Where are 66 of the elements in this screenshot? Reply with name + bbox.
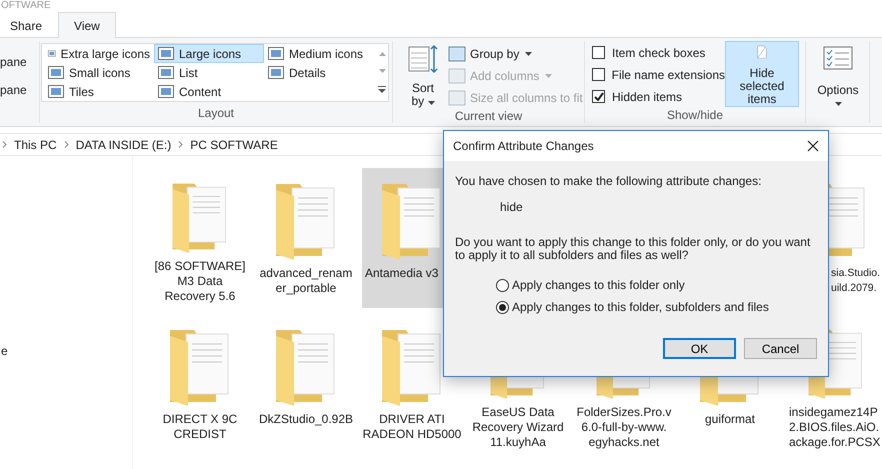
column-icon xyxy=(448,46,466,62)
layout-option[interactable]: Medium icons xyxy=(264,44,374,63)
options-button[interactable]: Options xyxy=(809,41,867,123)
group-label: Layout xyxy=(196,105,236,122)
view-layout-icon xyxy=(158,47,174,60)
breadcrumb-item[interactable]: This PC xyxy=(14,138,57,152)
sort-icon xyxy=(408,44,438,74)
layout-option[interactable]: Large icons xyxy=(154,44,264,63)
expand-icon[interactable] xyxy=(378,86,386,93)
view-layout-icon xyxy=(158,85,174,98)
group-label: Show/hide xyxy=(666,107,724,123)
folder-name[interactable]: insidegamez14P 2.BIOS.files.AiO. ackage.for.PCSX xyxy=(786,405,882,454)
dialog-title: Confirm Attribute Changes xyxy=(453,139,594,153)
layout-option[interactable]: Tiles xyxy=(44,82,154,101)
view-command[interactable]: Group by xyxy=(448,45,583,62)
checkbox-label[interactable]: Item check boxes xyxy=(612,46,706,60)
hide-selected-items-button[interactable]: Hide selected items xyxy=(725,41,799,107)
nav-item[interactable]: e xyxy=(1,344,8,358)
chevron-icon[interactable] xyxy=(178,141,184,148)
folder-name[interactable]: [86 SOFTWARE] M3 Data Recovery 5.6 xyxy=(154,259,246,308)
layout-option[interactable]: Details xyxy=(264,63,374,82)
view-layout-icon xyxy=(158,66,174,79)
options-list-icon xyxy=(823,46,853,70)
folder-name[interactable]: EaseUS Data Recovery Wizard 11.kuyhAa xyxy=(472,405,564,454)
view-layout-icon xyxy=(268,66,284,79)
window-title: OFTWARE xyxy=(0,0,52,13)
group-label: Current view xyxy=(454,108,524,124)
column-icon xyxy=(448,68,466,84)
chevron-icon[interactable] xyxy=(2,141,7,148)
checkbox[interactable] xyxy=(592,68,605,81)
layout-option[interactable]: Content xyxy=(154,82,264,101)
folder-name[interactable]: DIRECT X 9C CREDIST xyxy=(162,412,238,446)
checkbox-label[interactable]: File name extensions xyxy=(612,68,725,82)
view-layout-icon xyxy=(48,85,64,98)
checkbox[interactable] xyxy=(592,46,605,59)
ribbon-tab[interactable]: View xyxy=(58,12,116,38)
sort-by-button[interactable]: Sort by xyxy=(404,41,442,108)
checkbox-label[interactable]: Hidden items xyxy=(612,90,682,104)
breadcrumb-item[interactable]: PC SOFTWARE xyxy=(190,138,278,152)
view-layout-icon xyxy=(48,66,64,79)
pane-command[interactable]: pane xyxy=(0,55,27,69)
folder-name[interactable]: guiformat xyxy=(704,412,756,431)
folder-name[interactable]: FolderSizes.Pro.v 6.0-full-by-www. egyhacks.net xyxy=(576,405,672,454)
dialog-button[interactable]: OK xyxy=(663,338,736,359)
layout-option[interactable]: List xyxy=(154,63,264,82)
folder-name[interactable]: DkZStudio_0.92B xyxy=(258,412,354,431)
folder-name[interactable]: DRIVER ATI RADEON HD5000 xyxy=(362,412,462,446)
radio-label[interactable]: Apply changes to this folder only xyxy=(512,278,685,292)
layout-option[interactable]: Extra large icons xyxy=(44,44,154,63)
column-icon xyxy=(448,90,466,106)
view-layout-icon xyxy=(268,47,284,60)
radio-button[interactable] xyxy=(496,278,509,292)
pane-command[interactable]: pane xyxy=(0,83,27,97)
caret-icon xyxy=(428,101,435,105)
breadcrumb-item[interactable]: DATA INSIDE (E:) xyxy=(76,138,172,152)
chevron-icon[interactable] xyxy=(64,141,69,148)
checkbox[interactable] xyxy=(592,90,605,103)
ribbon-tab[interactable]: Share xyxy=(0,12,58,38)
attribute-change: hide xyxy=(500,200,524,214)
close-icon[interactable] xyxy=(807,140,819,152)
radio-button[interactable] xyxy=(496,300,509,314)
folder-name[interactable]: advanced_renam er_portable xyxy=(260,266,352,300)
layout-option[interactable]: Small icons xyxy=(44,63,154,82)
radio-label[interactable]: Apply changes to this folder, subfolders and files xyxy=(512,300,769,314)
dialog-button[interactable]: Cancel xyxy=(744,338,817,359)
caret-icon xyxy=(834,102,842,106)
